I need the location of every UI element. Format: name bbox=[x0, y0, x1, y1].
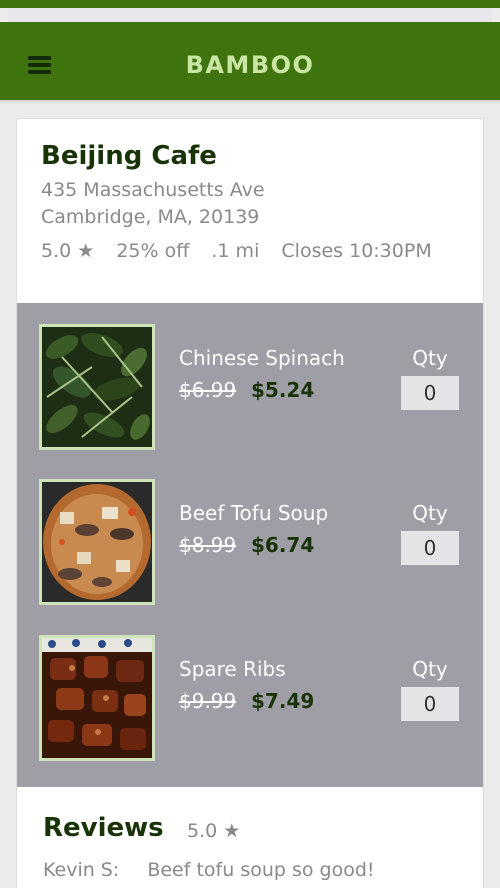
qty-label: Qty bbox=[412, 657, 448, 681]
review-author: Kevin S: bbox=[43, 859, 120, 881]
closing-time: Closes 10:30PM bbox=[281, 240, 432, 262]
item-name: Beef Tofu Soup bbox=[179, 501, 329, 525]
soup-photo[interactable] bbox=[39, 479, 155, 605]
header-shadow bbox=[0, 100, 500, 104]
quantity-input[interactable] bbox=[401, 687, 459, 721]
menu-item: Chinese Spinach $6.99 $5.24 Qty bbox=[17, 324, 483, 452]
ribs-photo[interactable] bbox=[39, 635, 155, 761]
discounted-price: $6.74 bbox=[251, 533, 315, 557]
qty-label: Qty bbox=[412, 501, 448, 525]
menu-item: Beef Tofu Soup $8.99 $6.74 Qty bbox=[17, 479, 483, 607]
quantity-input[interactable] bbox=[401, 376, 459, 410]
qty-label: Qty bbox=[412, 346, 448, 370]
discount-badge: 25% off bbox=[116, 240, 190, 262]
review-entry: Kevin S: Beef tofu soup so good! bbox=[43, 859, 375, 881]
app-header: BAMBOO bbox=[0, 22, 500, 100]
status-bar bbox=[0, 0, 500, 8]
address-line-2: Cambridge, MA, 20139 bbox=[41, 206, 260, 228]
address-line-1: 435 Massachusetts Ave bbox=[41, 179, 265, 201]
status-bar-inner bbox=[8, 8, 492, 22]
restaurant-meta: 5.0 ★ 25% off .1 mi Closes 10:30PM bbox=[41, 240, 448, 262]
distance-value: .1 mi bbox=[211, 240, 260, 262]
menu-item: Spare Ribs $9.99 $7.49 Qty bbox=[17, 635, 483, 763]
spinach-photo[interactable] bbox=[39, 324, 155, 450]
item-name: Spare Ribs bbox=[179, 657, 286, 681]
restaurant-name: Beijing Cafe bbox=[41, 141, 217, 171]
quantity-input[interactable] bbox=[401, 531, 459, 565]
original-price: $9.99 bbox=[179, 689, 237, 713]
discounted-price: $7.49 bbox=[251, 689, 315, 713]
app-title: BAMBOO bbox=[185, 51, 315, 79]
original-price: $8.99 bbox=[179, 533, 237, 557]
reviews-heading: Reviews bbox=[43, 813, 164, 843]
restaurant-card: Beijing Cafe 435 Massachusetts Ave Cambr… bbox=[16, 118, 484, 888]
review-text: Beef tofu soup so good! bbox=[147, 859, 375, 881]
reviews-rating: 5.0 ★ bbox=[187, 820, 241, 842]
original-price: $6.99 bbox=[179, 378, 237, 402]
rating-value: 5.0 ★ bbox=[41, 240, 95, 262]
menu-list: Chinese Spinach $6.99 $5.24 Qty 0 Beef T… bbox=[17, 303, 483, 787]
discounted-price: $5.24 bbox=[251, 378, 315, 402]
item-name: Chinese Spinach bbox=[179, 346, 345, 370]
